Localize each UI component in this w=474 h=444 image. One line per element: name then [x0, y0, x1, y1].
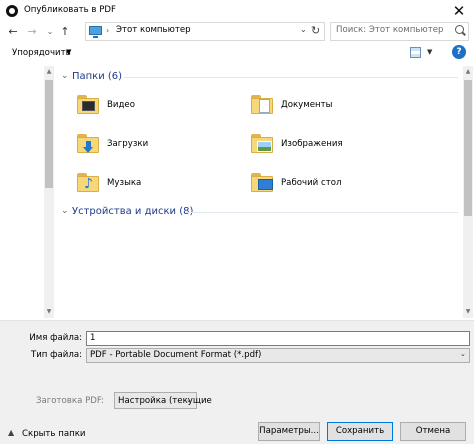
downloads-folder-icon: [77, 134, 99, 153]
folder-label-documents[interactable]: Документы: [281, 100, 332, 110]
desktop-folder-icon: [251, 173, 273, 192]
pdf-preset-chevron-down-icon[interactable]: ⌄: [186, 396, 192, 404]
video-folder-icon: [77, 95, 99, 114]
pictures-folder-icon: [251, 134, 273, 153]
cancel-button[interactable]: Отмена: [400, 422, 466, 441]
save-button[interactable]: Сохранить: [327, 422, 393, 441]
folder-label-video[interactable]: Видео: [107, 100, 135, 110]
up-button[interactable]: ↑: [58, 25, 72, 39]
file-list-scroll-thumb[interactable]: [464, 80, 472, 216]
help-icon[interactable]: ?: [452, 45, 466, 59]
folders-group-chevron-icon[interactable]: ⌄: [61, 71, 69, 81]
filetype-label: Тип файла:: [30, 350, 82, 360]
breadcrumb-separator[interactable]: ›: [106, 26, 109, 35]
breadcrumb-this-pc[interactable]: Этот компьютер: [116, 25, 191, 35]
filename-value[interactable]: 1: [90, 333, 95, 343]
devices-group-divider: [186, 212, 458, 213]
folders-group-title[interactable]: Папки (6): [72, 71, 122, 82]
view-options-icon[interactable]: [410, 47, 421, 58]
devices-group-title[interactable]: Устройства и диски (8): [72, 206, 193, 217]
back-button[interactable]: ←: [6, 25, 20, 39]
parameters-button[interactable]: Параметры...: [258, 422, 320, 441]
devices-group-chevron-icon[interactable]: ⌄: [61, 206, 69, 216]
filename-label: Имя файла:: [29, 333, 82, 343]
address-dropdown-icon[interactable]: ⌄: [300, 25, 307, 34]
window-title: Опубликовать в PDF: [24, 5, 116, 15]
forward-button[interactable]: →: [25, 25, 39, 39]
search-placeholder: Поиск: Этот компьютер: [336, 25, 444, 35]
folders-group-divider: [124, 77, 458, 78]
filename-field[interactable]: [86, 331, 470, 346]
filetype-chevron-down-icon[interactable]: ⌄: [460, 350, 466, 358]
view-dropdown-icon[interactable]: ▼: [427, 48, 432, 56]
music-folder-icon: ♪: [77, 173, 99, 192]
documents-folder-icon: [251, 95, 273, 114]
pdf-preset-label: Заготовка PDF:: [36, 396, 105, 406]
organize-dropdown-icon[interactable]: ▼: [66, 48, 71, 56]
pdf-preset-value[interactable]: Настройка (текущие: [118, 396, 212, 406]
folder-label-desktop[interactable]: Рабочий стол: [281, 178, 341, 188]
search-icon[interactable]: [455, 25, 464, 34]
folder-label-music[interactable]: Музыка: [107, 178, 141, 188]
file-list-scroll-up-icon[interactable]: ▲: [463, 68, 473, 75]
organize-button[interactable]: Упорядочить: [12, 48, 71, 58]
nav-scroll-up-icon[interactable]: ▲: [44, 68, 54, 75]
folder-label-pictures[interactable]: Изображения: [281, 139, 343, 149]
filetype-value[interactable]: PDF - Portable Document Format (*.pdf): [90, 350, 261, 360]
nav-scroll-thumb[interactable]: [45, 80, 53, 188]
hide-folders-button[interactable]: Скрыть папки: [22, 429, 86, 439]
nav-scroll-down-icon[interactable]: ▼: [44, 308, 54, 315]
computer-icon: [89, 26, 102, 38]
refresh-icon[interactable]: ↻: [311, 24, 320, 37]
hide-folders-icon[interactable]: ▲: [8, 428, 14, 437]
close-button[interactable]: ✕: [449, 1, 469, 21]
folder-label-downloads[interactable]: Загрузки: [107, 139, 148, 149]
file-list-scroll-down-icon[interactable]: ▼: [463, 308, 473, 315]
app-icon: [6, 5, 18, 17]
recent-locations-button[interactable]: ⌄: [43, 25, 57, 39]
